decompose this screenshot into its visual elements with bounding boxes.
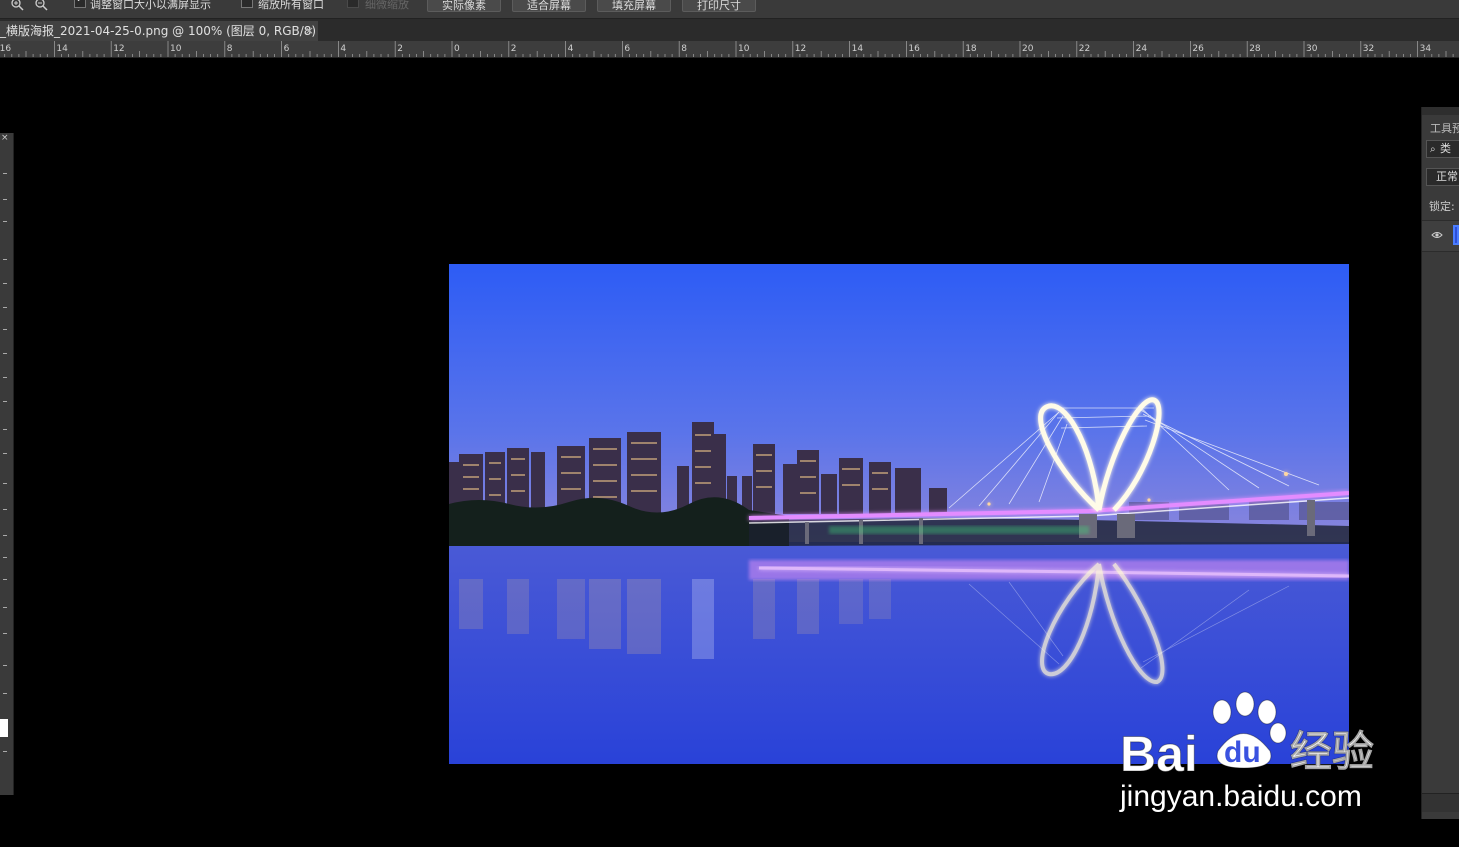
tool-button[interactable] <box>3 307 7 308</box>
actual-pixels-button[interactable]: 实际像素 <box>427 0 501 12</box>
blend-mode-select[interactable]: 正常 <box>1426 168 1459 186</box>
tool-button[interactable] <box>3 377 7 378</box>
ruler-label: 22 <box>1079 44 1090 54</box>
ruler-label: 8 <box>227 44 233 54</box>
baidu-jingyan-logo: Bai du 经验 <box>1120 691 1375 776</box>
resize-windows-checkbox[interactable] <box>74 0 86 8</box>
zoom-all-windows-label: 缩放所有窗口 <box>258 0 324 11</box>
foreground-color-swatch[interactable] <box>0 719 8 737</box>
tool-button[interactable] <box>3 483 7 484</box>
tool-button[interactable] <box>3 283 7 284</box>
tool-button[interactable] <box>3 509 7 510</box>
tool-button[interactable] <box>3 329 7 330</box>
watermark-logo-du: du <box>1224 736 1261 769</box>
filter-kind-label: 类 <box>1440 142 1451 155</box>
document-tab-bar: _横版海报_2021-04-25-0.png @ 100% (图层 0, RGB… <box>0 19 1459 42</box>
tool-button[interactable] <box>3 401 7 402</box>
tool-button[interactable] <box>3 665 7 666</box>
panel-title[interactable]: 工具预设 <box>1430 120 1459 136</box>
zoom-all-windows-checkbox[interactable] <box>241 0 253 8</box>
ruler-label: 0 <box>454 44 460 54</box>
ruler-label: 10 <box>738 44 750 54</box>
ruler-label: 34 <box>1420 44 1432 54</box>
ruler-label: 14 <box>852 44 864 54</box>
ruler-label: 6 <box>624 44 630 54</box>
zoom-in-icon[interactable] <box>10 0 24 11</box>
layer-filter-kind[interactable]: ⌕ 类 <box>1426 140 1459 158</box>
tool-button[interactable] <box>3 633 7 634</box>
options-bar: 调整窗口大小以满屏显示 缩放所有窗口 细微缩放 实际像素 适合屏幕 填充屏幕 打… <box>0 0 1459 19</box>
ruler-label: 20 <box>1022 44 1034 54</box>
tool-button[interactable] <box>3 535 7 536</box>
close-icon[interactable]: × <box>305 21 314 41</box>
ruler-label: 30 <box>1306 44 1318 54</box>
fit-screen-button[interactable]: 适合屏幕 <box>512 0 586 12</box>
tool-button[interactable] <box>3 693 7 694</box>
watermark-url: jingyan.baidu.com <box>1120 780 1362 813</box>
document-tab[interactable]: _横版海报_2021-04-25-0.png @ 100% (图层 0, RGB… <box>0 21 318 41</box>
ruler-label: 12 <box>113 44 124 54</box>
document-tab-title: _横版海报_2021-04-25-0.png @ 100% (图层 0, RGB… <box>0 24 317 38</box>
resize-windows-label: 调整窗口大小以满屏显示 <box>90 0 211 11</box>
ruler-label: 16 <box>0 44 11 54</box>
ruler-label: 4 <box>568 44 574 54</box>
scrubby-zoom-label: 细微缩放 <box>365 0 409 11</box>
panel-header-bar[interactable] <box>1422 107 1459 115</box>
ruler-label: 12 <box>795 44 806 54</box>
tool-button[interactable] <box>3 607 7 608</box>
ruler-label: 6 <box>284 44 290 54</box>
print-size-button[interactable]: 打印尺寸 <box>682 0 756 12</box>
ruler-label: 10 <box>170 44 182 54</box>
blend-mode-label: 正常 <box>1436 170 1458 183</box>
watermark-logo-text: Bai <box>1120 726 1198 776</box>
eye-icon[interactable] <box>1431 229 1443 242</box>
ruler-label: 8 <box>681 44 687 54</box>
ruler-label: 32 <box>1363 44 1374 54</box>
tool-button[interactable] <box>3 259 7 260</box>
scrubby-zoom-checkbox <box>347 0 359 8</box>
ruler-label: 18 <box>965 44 977 54</box>
watermark-logo-cn: 经验 <box>1290 727 1374 776</box>
zoom-out-icon[interactable] <box>34 0 48 11</box>
ruler-label: 4 <box>340 44 346 54</box>
ruler-label: 14 <box>56 44 68 54</box>
tool-button[interactable] <box>3 221 7 222</box>
tool-button[interactable] <box>3 453 7 454</box>
ruler-label: 2 <box>397 44 403 54</box>
tool-button[interactable] <box>3 429 7 430</box>
lock-label: 锁定: <box>1429 200 1455 213</box>
search-icon: ⌕ <box>1430 144 1436 155</box>
fill-screen-button[interactable]: 填充屏幕 <box>597 0 671 12</box>
ruler-label: 24 <box>1136 44 1148 54</box>
ruler-label: 28 <box>1249 44 1261 54</box>
ruler-label: 16 <box>908 44 920 54</box>
tool-button[interactable] <box>3 199 7 200</box>
ruler-label: 2 <box>511 44 517 54</box>
ruler-label: 26 <box>1192 44 1204 54</box>
tool-button[interactable] <box>3 751 7 752</box>
layers-panel: 工具预设 ⌕类 正常 锁定: <box>1421 107 1459 819</box>
layer-thumbnail[interactable] <box>1453 225 1459 245</box>
tool-button[interactable] <box>3 173 7 174</box>
tool-button[interactable] <box>3 353 7 354</box>
horizontal-ruler[interactable]: 16 14 12 10 8 6 4 2 0 2 4 6 8 10 12 14 16 18 20 22 24 26 28 30 3… <box>0 41 1459 58</box>
toolbar-close-icon[interactable]: × <box>1 133 9 143</box>
tool-button[interactable] <box>3 579 7 580</box>
layer-row[interactable] <box>1422 220 1459 252</box>
tools-panel: × <box>0 133 14 795</box>
panel-footer <box>1422 793 1459 812</box>
tool-button[interactable] <box>3 557 7 558</box>
